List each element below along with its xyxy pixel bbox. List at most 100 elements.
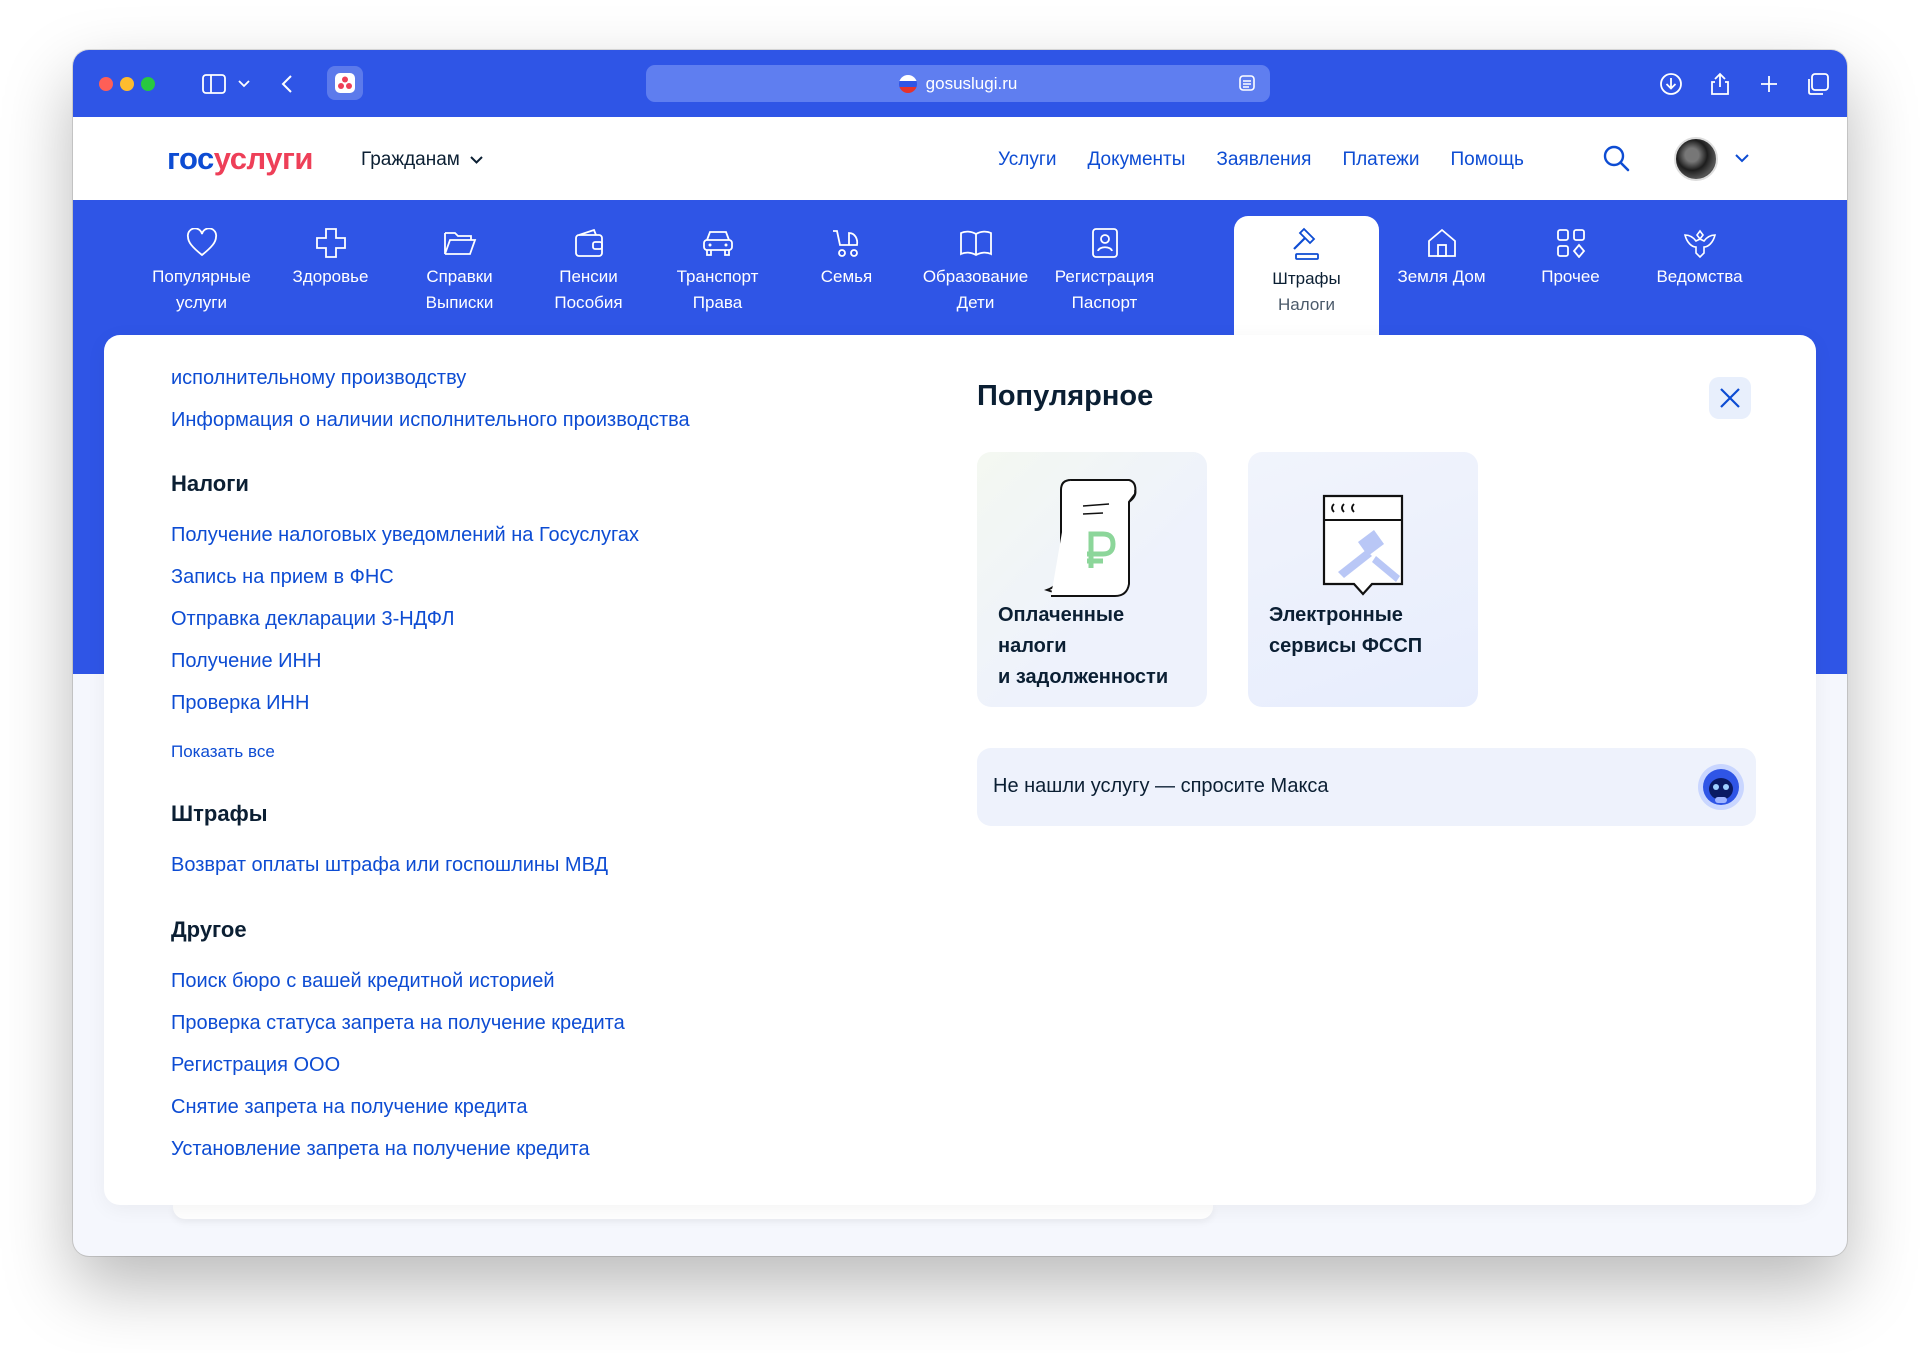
card-label: Электронные сервисы ФССП <box>1269 600 1469 662</box>
show-all-link[interactable]: Показать все <box>171 742 275 762</box>
house-icon <box>1369 214 1514 264</box>
service-link[interactable]: исполнительному производству <box>171 367 466 390</box>
category-agencies[interactable]: Ведомства <box>1627 214 1772 290</box>
category-label: Штрафы <box>1272 269 1341 288</box>
card-label-line: налоги <box>998 635 1067 657</box>
category-label: Образование <box>922 267 1029 286</box>
chevron-down-icon[interactable] <box>1735 150 1749 168</box>
audience-selector[interactable]: Гражданам <box>361 149 483 171</box>
card-label-line: сервисы ФССП <box>1269 635 1423 657</box>
service-link[interactable]: Возврат оплаты штрафа или госпошлины МВД <box>171 854 608 877</box>
url-text: gosuslugi.ru <box>925 73 1018 93</box>
logo-part-2: услуги <box>213 141 314 176</box>
share-icon[interactable] <box>1706 70 1734 98</box>
heart-icon <box>129 214 274 264</box>
category-label: Регистрация <box>1054 267 1155 286</box>
close-panel-button[interactable] <box>1709 377 1751 419</box>
category-sublabel: Дети <box>956 293 995 312</box>
minimize-window-button[interactable] <box>120 77 134 91</box>
card-label-line: Оплаченные <box>998 604 1125 626</box>
section-title-fines: Штрафы <box>171 801 268 826</box>
popular-card-paid-taxes[interactable]: Оплаченные налоги и задолженности <box>977 452 1207 707</box>
id-card-icon <box>1032 214 1177 264</box>
category-navigation: Популярные услуги Здоровье Справки Выпис… <box>73 200 1847 346</box>
reader-mode-icon[interactable] <box>1238 74 1256 97</box>
chevron-down-icon <box>470 156 483 164</box>
service-link[interactable]: Установление запрета на получение кредит… <box>171 1138 590 1161</box>
russian-flag-icon <box>898 74 917 93</box>
section-title-taxes: Налоги <box>171 471 249 496</box>
avatar[interactable] <box>1674 137 1718 181</box>
back-icon[interactable] <box>273 70 301 98</box>
category-sublabel: услуги <box>176 293 227 312</box>
service-link[interactable]: Информация о наличии исполнительного про… <box>171 409 690 432</box>
service-link[interactable]: Отправка декларации 3-НДФЛ <box>171 608 454 631</box>
category-registration[interactable]: Регистрация Паспорт <box>1032 214 1177 316</box>
service-link[interactable]: Регистрация ООО <box>171 1054 340 1077</box>
category-other[interactable]: Прочее <box>1498 214 1643 290</box>
category-fines-taxes[interactable]: Штрафы Налоги <box>1234 216 1379 346</box>
category-education[interactable]: Образование Дети <box>903 214 1048 316</box>
close-icon <box>1720 388 1740 408</box>
category-family[interactable]: Семья <box>774 214 919 290</box>
folder-icon <box>387 214 532 264</box>
category-sublabel: Выписки <box>425 293 494 312</box>
close-window-button[interactable] <box>99 77 113 91</box>
nav-payments[interactable]: Платежи <box>1342 149 1419 171</box>
zoom-window-button[interactable] <box>141 77 155 91</box>
ask-max-banner[interactable]: Не нашли услугу — спросите Макса <box>977 748 1756 826</box>
service-link[interactable]: Проверка статуса запрета на получение кр… <box>171 1012 625 1035</box>
category-label: Справки <box>426 267 493 286</box>
category-dropdown-panel: исполнительному производству Информация … <box>104 335 1816 1205</box>
category-label: Семья <box>820 267 873 286</box>
gavel-icon <box>1234 216 1379 266</box>
sidebar-toggle-icon[interactable] <box>200 70 228 98</box>
address-bar[interactable]: gosuslugi.ru <box>646 65 1270 102</box>
card-label-line: Электронные <box>1269 604 1403 626</box>
ask-max-text: Не нашли услугу — спросите Макса <box>993 775 1329 797</box>
panel-shadow-edge <box>173 1205 1213 1219</box>
emblem-icon <box>1627 214 1772 264</box>
category-health[interactable]: Здоровье <box>258 214 403 290</box>
category-pensions[interactable]: Пенсии Пособия <box>516 214 661 316</box>
audience-label: Гражданам <box>361 149 460 170</box>
nav-documents[interactable]: Документы <box>1087 149 1185 171</box>
browser-window: gosuslugi.ru госуслуги Гражданам Услуги <box>73 50 1847 1256</box>
receipt-ruble-icon <box>977 452 1207 602</box>
logo-part-1: гос <box>167 141 214 176</box>
category-label: Земля Дом <box>1397 267 1486 286</box>
search-icon[interactable] <box>1602 144 1630 177</box>
category-label: Здоровье <box>292 267 369 286</box>
book-icon <box>903 214 1048 264</box>
new-tab-icon[interactable] <box>1755 70 1783 98</box>
category-sublabel: Пособия <box>554 293 623 312</box>
service-link[interactable]: Получение ИНН <box>171 650 321 673</box>
category-certificates[interactable]: Справки Выписки <box>387 214 532 316</box>
browser-toolbar: gosuslugi.ru <box>73 50 1847 117</box>
popular-card-fssp[interactable]: Электронные сервисы ФССП <box>1248 452 1478 707</box>
extension-icon[interactable] <box>327 66 363 100</box>
chevron-down-icon[interactable] <box>230 70 258 98</box>
nav-services[interactable]: Услуги <box>998 149 1056 171</box>
category-popular[interactable]: Популярные услуги <box>129 214 274 316</box>
service-link[interactable]: Снятие запрета на получение кредита <box>171 1096 527 1119</box>
category-label: Популярные <box>152 267 251 286</box>
gosuslugi-logo[interactable]: госуслуги <box>167 141 313 177</box>
download-icon[interactable] <box>1657 70 1685 98</box>
service-link[interactable]: Проверка ИНН <box>171 692 309 715</box>
car-icon <box>645 214 790 264</box>
nav-applications[interactable]: Заявления <box>1216 149 1311 171</box>
section-title-other: Другое <box>171 917 247 942</box>
robot-assistant-icon <box>1698 764 1744 810</box>
nav-help[interactable]: Помощь <box>1451 149 1524 171</box>
category-land-house[interactable]: Земля Дом <box>1369 214 1514 290</box>
category-label: Транспорт <box>676 267 759 286</box>
stroller-icon <box>774 214 919 264</box>
service-link[interactable]: Получение налоговых уведомлений на Госус… <box>171 524 639 547</box>
category-label: Ведомства <box>1656 267 1743 286</box>
service-link[interactable]: Поиск бюро с вашей кредитной историей <box>171 970 555 993</box>
medical-cross-icon <box>258 214 403 264</box>
service-link[interactable]: Запись на прием в ФНС <box>171 566 394 589</box>
category-transport[interactable]: Транспорт Права <box>645 214 790 316</box>
tab-overview-icon[interactable] <box>1804 70 1832 98</box>
